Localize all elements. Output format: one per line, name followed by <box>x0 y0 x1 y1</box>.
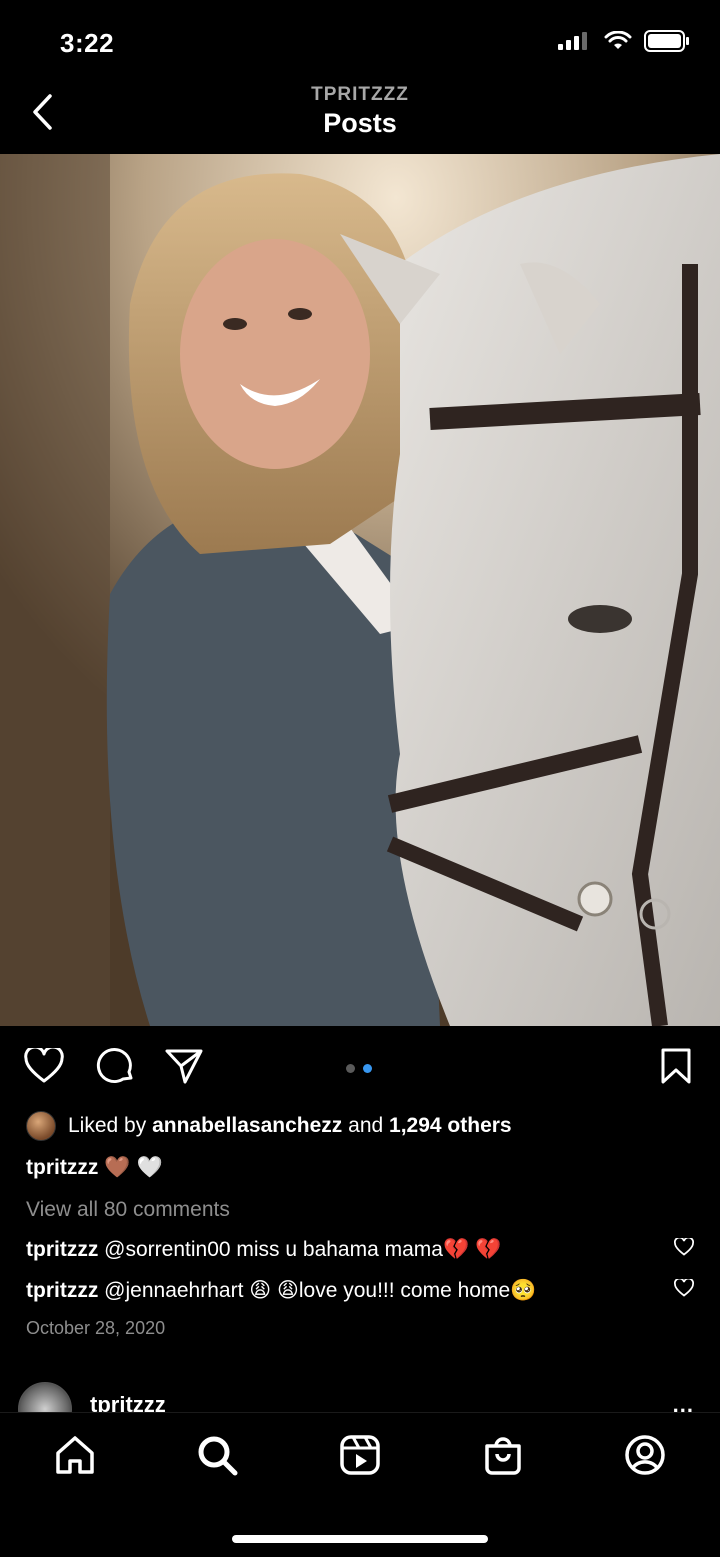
comment-username[interactable]: tpritzzz <box>26 1279 98 1302</box>
likes-others[interactable]: 1,294 others <box>389 1114 512 1138</box>
comment-content: tpritzzz @jennaehrhart 😩 😩love you!!! co… <box>26 1278 672 1303</box>
post-date: October 28, 2020 <box>26 1318 166 1338</box>
carousel-dot-active <box>363 1064 372 1073</box>
more-options-button[interactable]: ... <box>673 1392 694 1412</box>
share-button[interactable] <box>162 1046 206 1090</box>
status-icons <box>558 30 690 57</box>
comment-like-button[interactable] <box>672 1236 696 1262</box>
tab-home[interactable] <box>51 1433 99 1481</box>
cellular-signal-icon <box>558 31 592 56</box>
caption-username[interactable]: tpritzzz <box>26 1156 98 1180</box>
carousel-indicator <box>346 1064 372 1073</box>
shop-icon <box>482 1434 524 1481</box>
next-post-username[interactable]: tpritzzz <box>90 1392 166 1412</box>
post-photo[interactable] <box>0 154 720 1026</box>
reels-icon <box>339 1434 381 1481</box>
caption: tpritzzz 🤎 🤍 <box>26 1156 163 1180</box>
comment-icon <box>96 1046 136 1091</box>
likes-row[interactable]: Liked by annabellasanchezz and 1,294 oth… <box>26 1111 512 1141</box>
header: TPRITZZZ Posts <box>0 80 720 154</box>
comment-content: tpritzzz @sorrentin00 miss u bahama mama… <box>26 1238 672 1262</box>
comment-text: @sorrentin00 miss u bahama mama💔 💔 <box>104 1238 502 1261</box>
like-button[interactable] <box>22 1044 66 1090</box>
tab-reels[interactable] <box>336 1433 384 1481</box>
status-time: 3:22 <box>60 28 115 58</box>
comment-row: tpritzzz @sorrentin00 miss u bahama mama… <box>26 1236 696 1262</box>
liked-by-user[interactable]: annabellasanchezz <box>152 1114 342 1138</box>
status-bar: 3:22 <box>0 0 720 86</box>
likes-and: and <box>348 1114 384 1137</box>
heart-icon <box>24 1044 64 1089</box>
avatar[interactable] <box>18 1382 72 1412</box>
share-icon <box>164 1047 204 1090</box>
battery-icon <box>644 30 690 57</box>
comment-like-button[interactable] <box>672 1277 696 1303</box>
photo-illustration <box>0 154 720 1026</box>
tab-search[interactable] <box>193 1433 241 1481</box>
comment-username[interactable]: tpritzzz <box>26 1238 98 1261</box>
home-indicator[interactable] <box>232 1535 488 1543</box>
profile-icon <box>624 1434 666 1481</box>
carousel-dot <box>346 1064 355 1073</box>
liker-avatar <box>26 1111 56 1141</box>
heart-icon <box>674 1236 694 1262</box>
wifi-icon <box>604 30 632 56</box>
tab-shop[interactable] <box>479 1433 527 1481</box>
post-actions <box>0 1044 720 1094</box>
comment-button[interactable] <box>94 1046 138 1090</box>
bookmark-icon <box>660 1047 692 1090</box>
search-icon <box>196 1434 238 1481</box>
comment-text: @jennaehrhart 😩 😩love you!!! come home🥺 <box>104 1279 537 1302</box>
home-icon <box>54 1434 96 1481</box>
caption-emoji: 🤍 <box>136 1156 163 1179</box>
tab-profile[interactable] <box>621 1433 669 1481</box>
header-username: TPRITZZZ <box>311 84 409 105</box>
caption-emoji: 🤎 <box>104 1156 131 1179</box>
view-all-comments-link[interactable]: View all 80 comments <box>26 1198 230 1222</box>
likes-prefix: Liked by <box>68 1114 147 1137</box>
page-title: Posts <box>323 108 397 138</box>
save-button[interactable] <box>654 1046 698 1090</box>
comment-row: tpritzzz @jennaehrhart 😩 😩love you!!! co… <box>26 1277 696 1303</box>
heart-icon <box>674 1277 694 1303</box>
next-post-header: tpritzzz ... <box>0 1380 720 1412</box>
